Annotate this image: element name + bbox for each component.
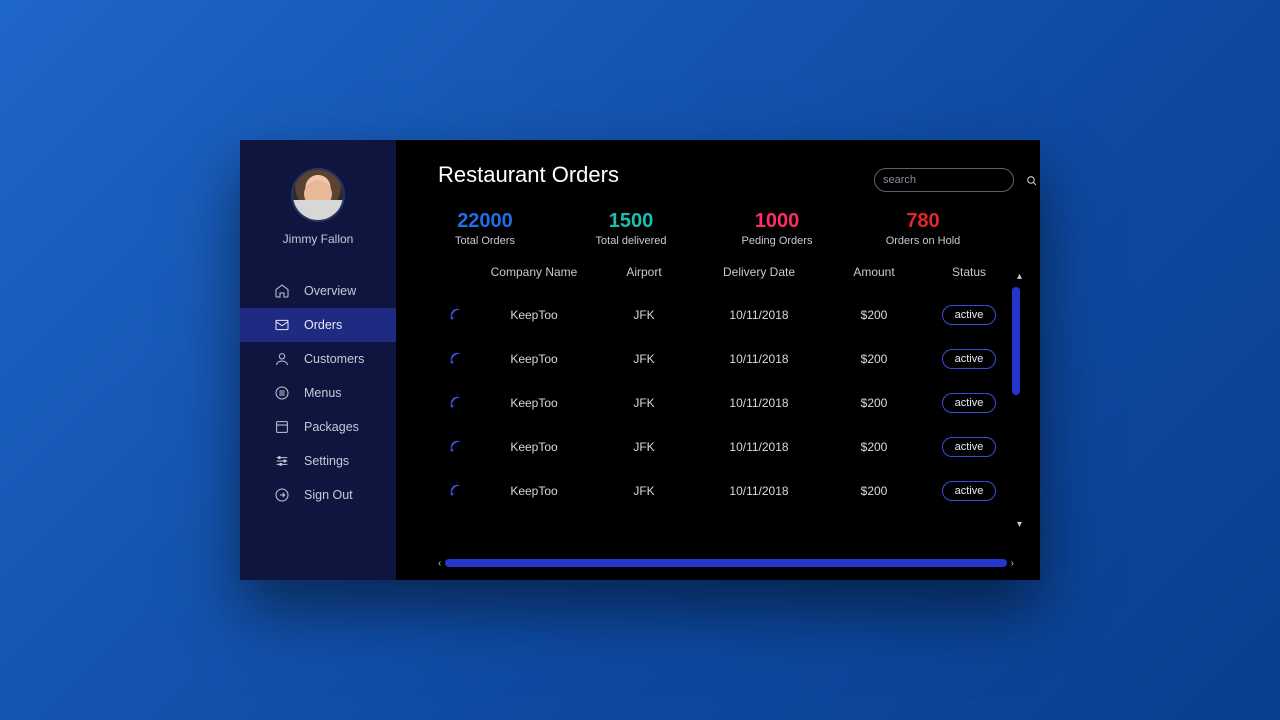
nav: Overview Orders Customers Menus xyxy=(240,274,396,512)
mail-icon xyxy=(274,317,290,333)
satellite-icon xyxy=(449,486,463,500)
stat-total-delivered: 1500 Total delivered xyxy=(586,210,676,247)
signout-icon xyxy=(274,487,290,503)
sidebar-item-menus[interactable]: Menus xyxy=(240,376,396,410)
col-airport: Airport xyxy=(594,265,694,279)
horizontal-scrollbar-track[interactable] xyxy=(445,559,1006,567)
menu-icon xyxy=(274,385,290,401)
cell-date: 10/11/2018 xyxy=(694,352,824,366)
cell-amount: $200 xyxy=(824,352,924,366)
page-title: Restaurant Orders xyxy=(438,162,619,188)
search-input[interactable] xyxy=(883,174,1025,186)
stat-value: 1500 xyxy=(586,210,676,233)
satellite-icon xyxy=(449,398,463,412)
vertical-scrollbar[interactable] xyxy=(1012,287,1020,395)
cell-airport: JFK xyxy=(594,440,694,454)
sliders-icon xyxy=(274,453,290,469)
stat-label: Orders on Hold xyxy=(878,235,968,247)
cell-date: 10/11/2018 xyxy=(694,396,824,410)
scroll-right-arrow-icon[interactable]: › xyxy=(1011,558,1014,569)
status-badge[interactable]: active xyxy=(942,437,997,457)
cell-date: 10/11/2018 xyxy=(694,308,824,322)
cell-airport: JFK xyxy=(594,484,694,498)
sidebar: Jimmy Fallon Overview Orders Customers xyxy=(240,140,396,580)
sidebar-item-signout[interactable]: Sign Out xyxy=(240,478,396,512)
sidebar-item-customers[interactable]: Customers xyxy=(240,342,396,376)
stat-label: Total Orders xyxy=(440,235,530,247)
search-box[interactable] xyxy=(874,168,1014,192)
sidebar-item-orders[interactable]: Orders xyxy=(240,308,396,342)
table-body: KeepTooJFK10/11/2018$200activeKeepTooJFK… xyxy=(438,293,1014,513)
header: Restaurant Orders xyxy=(438,162,1014,192)
sidebar-item-label: Overview xyxy=(304,284,356,298)
sidebar-item-label: Packages xyxy=(304,420,359,434)
profile: Jimmy Fallon xyxy=(240,140,396,264)
status-badge[interactable]: active xyxy=(942,349,997,369)
status-badge[interactable]: active xyxy=(942,481,997,501)
stat-total-orders: 22000 Total Orders xyxy=(440,210,530,247)
search-icon xyxy=(1025,174,1038,187)
col-company: Company Name xyxy=(474,265,594,279)
table-row[interactable]: KeepTooJFK10/11/2018$200 active xyxy=(438,381,1014,425)
cell-date: 10/11/2018 xyxy=(694,440,824,454)
stat-value: 22000 xyxy=(440,210,530,233)
table-row[interactable]: KeepTooJFK10/11/2018$200 active xyxy=(438,469,1014,513)
user-icon xyxy=(274,351,290,367)
home-icon xyxy=(274,283,290,299)
stat-orders-on-hold: 780 Orders on Hold xyxy=(878,210,968,247)
app-window: Jimmy Fallon Overview Orders Customers xyxy=(240,140,1040,580)
col-status: Status xyxy=(924,265,1014,279)
cell-amount: $200 xyxy=(824,396,924,410)
table-row[interactable]: KeepTooJFK10/11/2018$200 active xyxy=(438,425,1014,469)
col-amount: Amount xyxy=(824,265,924,279)
cell-company: KeepToo xyxy=(474,308,594,322)
satellite-icon xyxy=(449,442,463,456)
sidebar-item-label: Sign Out xyxy=(304,488,353,502)
sidebar-item-settings[interactable]: Settings xyxy=(240,444,396,478)
sidebar-item-label: Orders xyxy=(304,318,342,332)
scroll-up-arrow-icon[interactable]: ▴ xyxy=(1017,271,1022,282)
cell-company: KeepToo xyxy=(474,352,594,366)
avatar[interactable] xyxy=(291,168,345,222)
satellite-icon xyxy=(449,310,463,324)
table-header: Company Name Airport Delivery Date Amoun… xyxy=(438,265,1014,293)
cell-company: KeepToo xyxy=(474,440,594,454)
cell-amount: $200 xyxy=(824,484,924,498)
table-row[interactable]: KeepTooJFK10/11/2018$200 active xyxy=(438,337,1014,381)
status-badge[interactable]: active xyxy=(942,393,997,413)
horizontal-scrollbar[interactable]: ‹ › xyxy=(438,556,1014,570)
stat-pending-orders: 1000 Peding Orders xyxy=(732,210,822,247)
package-icon xyxy=(274,419,290,435)
stat-label: Peding Orders xyxy=(732,235,822,247)
sidebar-item-overview[interactable]: Overview xyxy=(240,274,396,308)
stat-value: 780 xyxy=(878,210,968,233)
stats-row: 22000 Total Orders 1500 Total delivered … xyxy=(438,210,1014,247)
profile-name: Jimmy Fallon xyxy=(283,232,354,246)
cell-amount: $200 xyxy=(824,440,924,454)
stat-label: Total delivered xyxy=(586,235,676,247)
sidebar-item-label: Menus xyxy=(304,386,342,400)
sidebar-item-label: Customers xyxy=(304,352,364,366)
sidebar-item-label: Settings xyxy=(304,454,349,468)
cell-date: 10/11/2018 xyxy=(694,484,824,498)
satellite-icon xyxy=(449,354,463,368)
scroll-left-arrow-icon[interactable]: ‹ xyxy=(438,558,441,569)
table-row[interactable]: KeepTooJFK10/11/2018$200 active xyxy=(438,293,1014,337)
cell-company: KeepToo xyxy=(474,396,594,410)
cell-amount: $200 xyxy=(824,308,924,322)
cell-airport: JFK xyxy=(594,308,694,322)
cell-airport: JFK xyxy=(594,396,694,410)
sidebar-item-packages[interactable]: Packages xyxy=(240,410,396,444)
status-badge[interactable]: active xyxy=(942,305,997,325)
col-date: Delivery Date xyxy=(694,265,824,279)
scroll-down-arrow-icon[interactable]: ▾ xyxy=(1017,519,1022,530)
main-content: Restaurant Orders 22000 Total Orders 150… xyxy=(396,140,1040,580)
cell-airport: JFK xyxy=(594,352,694,366)
cell-company: KeepToo xyxy=(474,484,594,498)
orders-table: Company Name Airport Delivery Date Amoun… xyxy=(438,265,1014,556)
stat-value: 1000 xyxy=(732,210,822,233)
